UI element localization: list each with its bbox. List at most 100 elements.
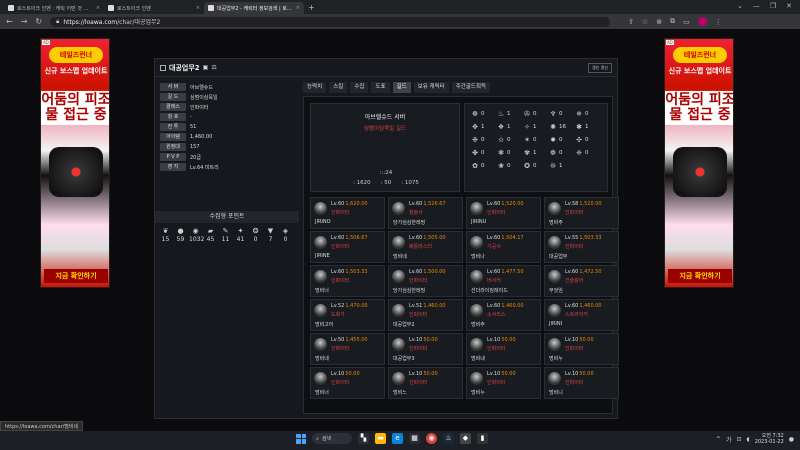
tab-2[interactable]: 수집 [350,82,369,93]
guild-member-card[interactable]: Lv.601,620.00 인파이터 JIRINO [310,197,385,229]
guild-member-card[interactable]: Lv.601,526.67 창술사 당가심심한레밍 [388,197,463,229]
guild-member-card[interactable]: Lv.601,472.50 건슬링어 무엇임 [544,265,619,297]
close-icon[interactable]: × [96,5,100,11]
tab-0[interactable]: 능력치 [303,82,327,93]
puzzle-icon[interactable]: ⧉ [670,17,675,26]
guild-member-card[interactable]: Lv.1050.00 인파이터 멍비너 [310,367,385,399]
store-icon[interactable]: ▦ [409,433,420,444]
reload-icon[interactable]: ↻ [35,17,42,26]
guild-member-card[interactable]: Lv.601,504.17 기공사 멍비나 [466,231,541,263]
guild-member-card[interactable]: Lv.601,520.00 인파이터 JIRINU [466,197,541,229]
chrome-icon[interactable]: ◉ [426,433,437,444]
chevron-up-icon[interactable]: ^ [716,436,721,443]
class-count-item: ❈ 0 [575,149,601,157]
guild-member-card[interactable]: Lv.511,460.00 인파이터 대공업무2 [388,299,463,331]
inven-favicon-icon [108,5,114,11]
tab-5[interactable]: 보유 캐릭터 [413,82,449,93]
scale-icon[interactable]: ⚖ [211,64,216,71]
info-row: 클래스 인파이터 [160,102,297,112]
browser-tab-3[interactable]: 대공업무2 - 캐릭터 정보검색 | 로스트 × [204,2,304,14]
guild-member-card[interactable]: Lv.601,500.00 인파이터 당가심심한레밍 [388,265,463,297]
guild-member-card[interactable]: Lv.1050.00 인파이터 멍비내 [466,333,541,365]
guild-member-card[interactable]: Lv.521,470.00 도화가 멍비고어 [310,299,385,331]
clock[interactable]: 오전 7:32 2023-01-22 [755,433,784,445]
guild-member-card[interactable]: Lv.1050.00 인파이터 멍비누 [466,367,541,399]
forward-icon[interactable]: → [21,17,28,26]
member-class: 인파이터 [487,210,506,216]
star-icon[interactable]: ☆ [642,18,648,26]
guild-member-card[interactable]: Lv.1050.00 인파이터 멍비느 [388,367,463,399]
minimize-icon[interactable]: — [753,2,760,10]
class-emblem-icon: ❈ [576,149,582,157]
ime-indicator[interactable]: 가 [726,435,732,444]
character-portrait-icon [548,236,561,249]
url-input[interactable]: 🔒︎ https://loawa.com/char/대공업무2 [50,16,611,27]
left-ad-banner[interactable]: AD 테일즈런너 신규 보스맵 업데이트 어둠의 피조물 접근 중 지금 확인하… [40,38,110,288]
edge-icon[interactable]: e [392,433,403,444]
back-icon[interactable]: ← [6,17,13,26]
file-explorer-icon[interactable]: ▬ [375,433,386,444]
class-emblem-icon: ✾ [524,149,530,157]
network-icon[interactable]: ⊡ [736,436,741,443]
tab-4[interactable]: 길드 [392,82,411,93]
lostark-icon[interactable]: ▮ [477,433,488,444]
guild-member-card[interactable]: Lv.601,505.00 배틀마스터 멍비네 [388,231,463,263]
class-count-item: ☸ 0 [471,110,497,118]
guild-member-card[interactable]: Lv.601,460.00 스트라이커 JIRINI [544,299,619,331]
member-class: 기공사 [487,244,501,250]
guild-member-card[interactable]: Lv.1050.00 인파이터 멍비누 [544,333,619,365]
close-icon[interactable]: × [196,5,200,11]
tab-1[interactable]: 스킬 [329,82,348,93]
extension-icon[interactable]: ⊕ [656,18,662,26]
class-count-item: ❀ 0 [497,162,523,170]
profile-card-icon[interactable]: ▣ [203,64,209,71]
windows-start-icon[interactable] [296,433,306,444]
bookmark-icon[interactable] [160,64,166,71]
right-ad-banner[interactable]: AD 테일즈런너 신규 보스맵 업데이트 어둠의 피조물 접근 중 지금 확인하… [664,38,734,288]
guild-member-card[interactable]: Lv.601,506.67 인파이터 JIRINE [310,231,385,263]
class-emblem-icon: ☸ [471,110,479,118]
app-icon[interactable]: ◆ [460,433,471,444]
sidebar-icon[interactable]: ▭ [683,18,690,26]
guild-member-card[interactable]: Lv.551,503.33 인파이터 대공업무 [544,231,619,263]
guild-member-card[interactable]: Lv.1050.00 인파이터 대공업무3 [388,333,463,365]
guild-member-card[interactable]: Lv.601,477.50 버서커 선더라이징레이드 [466,265,541,297]
tab-6[interactable]: 주간골드획득 [451,82,491,93]
member-name: 당가심심한레밍 [393,220,426,226]
renew-button[interactable]: 갱신 갱신 [588,62,612,73]
member-item-level: 50.00 [501,371,516,377]
guild-member-card[interactable]: Lv.601,460.00 소서리스 멍비주 [466,299,541,331]
guild-member-card[interactable]: Lv.501,455.00 인파이터 멍비네 [310,333,385,365]
taskbar-search-input[interactable]: ⌕ 검색 [312,433,352,444]
member-item-level: 1,526.67 [423,201,446,207]
member-item-level: 50.00 [423,371,438,377]
new-tab-button[interactable]: + [304,3,319,14]
browser-tab-1[interactable]: 로스트아크 인벤 : 캐릭 어떤 것 한 것 | × [4,2,104,14]
browser-tab-2[interactable]: 로스트아크 인벤 × [104,2,204,14]
task-view-icon[interactable]: ▚ [358,433,369,444]
chevron-down-icon[interactable]: ⌄ [737,2,743,10]
notification-icon[interactable]: ● [789,436,794,443]
member-level: Lv.551,503.33 [565,235,602,241]
share-icon[interactable]: ⇪ [628,18,634,26]
character-portrait-icon [392,338,405,351]
character-portrait-icon [392,236,405,249]
guild-member-card[interactable]: Lv.581,520.00 인파이터 멍비주 [544,197,619,229]
tab-3[interactable]: 도표 [371,82,390,93]
character-portrait-icon [314,338,327,351]
menu-icon[interactable]: ⋮ [715,18,722,26]
member-level: Lv.1050.00 [409,371,438,377]
class-count-item: ✾ 1 [523,149,549,157]
guild-member-card[interactable]: Lv.601,503.33 인파이터 멍비너 [310,265,385,297]
collection-value: 15 [161,236,170,243]
guild-member-card[interactable]: Lv.1050.00 인파이터 멍비니 [544,367,619,399]
close-window-icon[interactable]: ✕ [786,2,792,10]
avatar[interactable] [697,17,707,26]
speaker-icon[interactable]: ◖ [747,436,750,443]
member-item-level: 50.00 [345,371,360,377]
close-icon[interactable]: × [296,5,300,11]
member-name: JIRINI [549,321,563,327]
maximize-icon[interactable]: ❐ [770,2,776,10]
steam-icon[interactable]: ♨ [443,433,454,444]
inven-favicon-icon [8,5,14,11]
